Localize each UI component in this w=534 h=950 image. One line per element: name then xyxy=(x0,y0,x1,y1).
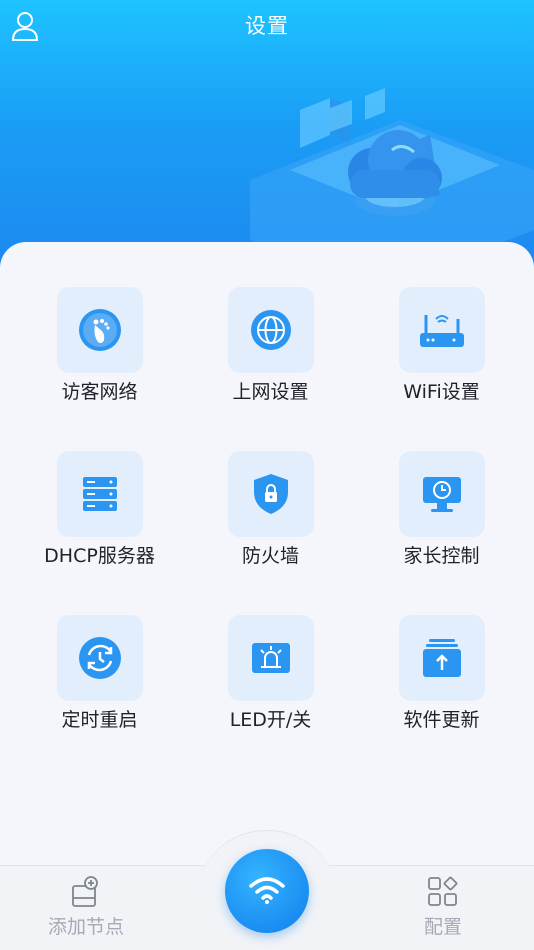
upload-icon xyxy=(398,615,485,701)
tile-label: WiFi设置 xyxy=(403,381,480,403)
tile-dhcp-server[interactable]: DHCP服务器 xyxy=(14,451,185,568)
tile-led-toggle[interactable]: LED开/关 xyxy=(185,615,356,732)
tile-parental-control[interactable]: 家长控制 xyxy=(356,451,527,568)
nav-add-node-label: 添加节点 xyxy=(48,916,125,938)
router-icon xyxy=(398,287,485,373)
tile-label: 软件更新 xyxy=(403,709,480,731)
led-icon xyxy=(227,615,314,701)
tile-label: 防火墙 xyxy=(241,545,299,567)
server-icon xyxy=(56,451,143,537)
wifi-icon xyxy=(249,877,285,904)
footprint-icon xyxy=(56,287,143,373)
tile-label: 定时重启 xyxy=(61,709,138,731)
wifi-button[interactable] xyxy=(225,849,309,933)
tile-label: LED开/关 xyxy=(229,709,312,731)
tile-guest-network[interactable]: 访客网络 xyxy=(14,287,185,404)
grid-icon xyxy=(428,876,458,906)
page-title: 设置 xyxy=(245,14,289,38)
nav-config[interactable]: 配置 xyxy=(424,876,462,939)
tile-label: 家长控制 xyxy=(403,545,480,567)
nav-add-node[interactable]: 添加节点 xyxy=(48,876,124,939)
tile-internet-settings[interactable]: 上网设置 xyxy=(185,287,356,404)
settings-panel: 访客网络 上网设置 WiFi设置 DHCP服务器 防火墙 家长控制 定时重启 L… xyxy=(0,242,534,872)
settings-grid: 访客网络 上网设置 WiFi设置 DHCP服务器 防火墙 家长控制 定时重启 L… xyxy=(0,287,534,732)
add-node-icon xyxy=(72,876,98,907)
shield-lock-icon xyxy=(227,451,314,537)
monitor-clock-icon xyxy=(398,451,485,537)
tile-label: 上网设置 xyxy=(232,381,309,403)
user-icon[interactable] xyxy=(10,10,40,42)
top-bar: 设置 xyxy=(0,0,534,50)
nav-config-label: 配置 xyxy=(424,916,463,938)
tile-wifi-settings[interactable]: WiFi设置 xyxy=(356,287,527,404)
globe-icon xyxy=(227,287,314,373)
tile-firewall[interactable]: 防火墙 xyxy=(185,451,356,568)
clock-refresh-icon xyxy=(56,615,143,701)
tile-scheduled-reboot[interactable]: 定时重启 xyxy=(14,615,185,732)
tile-label: DHCP服务器 xyxy=(44,545,155,567)
tile-software-update[interactable]: 软件更新 xyxy=(356,615,527,732)
tile-label: 访客网络 xyxy=(61,381,138,403)
